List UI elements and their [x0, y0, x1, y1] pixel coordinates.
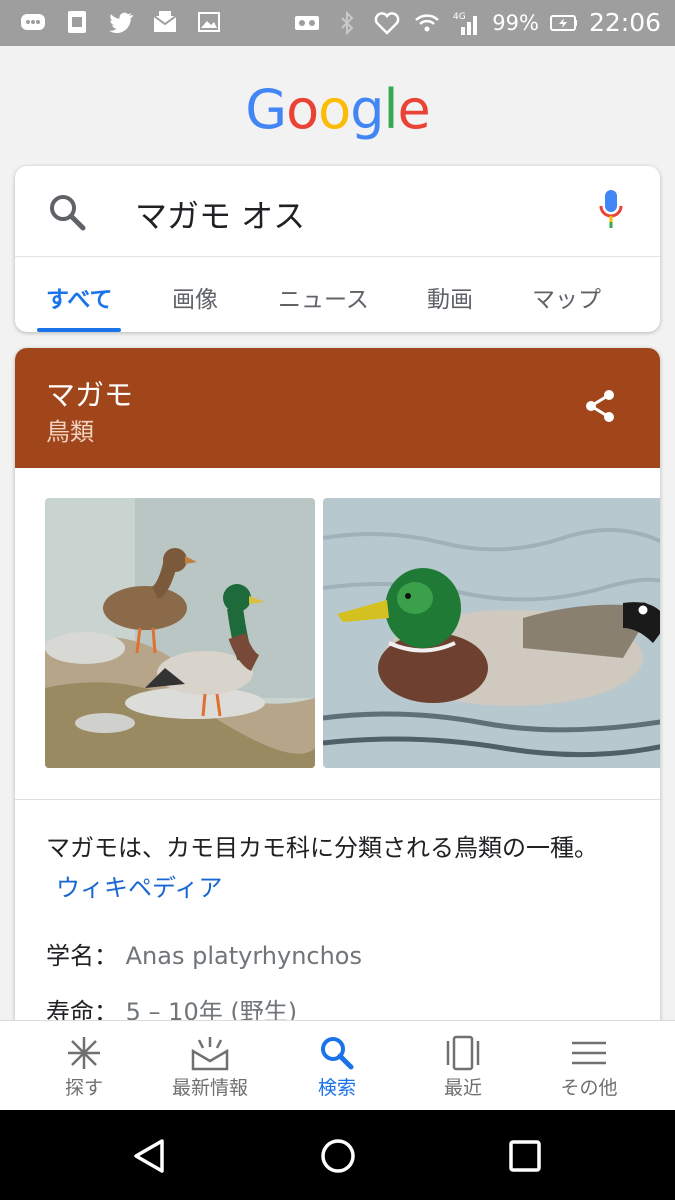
tab-maps[interactable]: マップ — [532, 280, 601, 314]
tab-all[interactable]: すべて — [46, 280, 112, 314]
logo-letter: o — [318, 77, 351, 141]
signal-icon: 4G — [452, 9, 482, 37]
description-text: マガモは、カモ目カモ科に分類される鳥類の一種。 — [46, 834, 598, 862]
overview-icon[interactable] — [505, 1136, 545, 1176]
nav-label: 最新情報 — [171, 1077, 248, 1099]
logo-letter: l — [383, 77, 398, 141]
nav-updates[interactable]: 最新情報 — [150, 1021, 270, 1111]
nav-label: 探す — [64, 1077, 103, 1099]
battery-percent: 99% — [492, 10, 539, 35]
recent-icon — [446, 1035, 480, 1071]
bottom-navigation: 探す 最新情報 検索 最近 その他 — [0, 1020, 675, 1111]
back-icon[interactable] — [130, 1136, 170, 1176]
voicemail-icon — [292, 9, 322, 37]
duck-photo-male[interactable] — [323, 498, 660, 768]
battery-icon — [549, 9, 579, 37]
nav-recent[interactable]: 最近 — [403, 1021, 523, 1111]
mail-icon — [150, 8, 180, 36]
active-tab-indicator — [37, 328, 121, 332]
search-card: マガモ オス すべて 画像 ニュース 動画 マップ — [15, 166, 660, 332]
clock: 22:06 — [588, 8, 661, 37]
search-icon — [321, 1037, 354, 1070]
wikipedia-link[interactable]: ウィキペディア — [56, 874, 222, 902]
svg-text:4G: 4G — [453, 12, 466, 22]
image-icon — [194, 8, 224, 36]
google-logo: Google — [0, 76, 675, 142]
tab-news[interactable]: ニュース — [278, 280, 369, 314]
bluetooth-icon — [332, 9, 362, 37]
nav-explore[interactable]: 探す — [24, 1021, 144, 1111]
home-icon[interactable] — [318, 1136, 358, 1176]
nav-label: 検索 — [317, 1077, 356, 1099]
sim-icon — [62, 8, 92, 36]
search-tabs: すべて 画像 ニュース 動画 マップ — [15, 258, 660, 332]
entity-title: マガモ — [46, 378, 134, 412]
entity-description: マガモは、カモ目カモ科に分類される鳥類の一種。ウィキペディア — [46, 828, 626, 908]
tab-videos[interactable]: 動画 — [427, 280, 473, 314]
search-query[interactable]: マガモ オス — [135, 191, 305, 237]
logo-letter: G — [245, 77, 287, 141]
menu-icon — [572, 1041, 606, 1065]
tab-images[interactable]: 画像 — [172, 280, 218, 314]
search-icon[interactable] — [47, 192, 87, 232]
fact-label: 学名： — [46, 942, 118, 970]
logo-letter: o — [286, 77, 319, 141]
mic-icon[interactable] — [598, 188, 624, 236]
search-bar[interactable]: マガモ オス — [15, 166, 660, 257]
logo-letter: e — [397, 77, 431, 141]
chat-icon — [18, 8, 48, 36]
updates-icon — [191, 1037, 229, 1071]
knowledge-panel: マガモ 鳥類 マガモは、カモ目カモ科に分類される鳥類の一種。ウィキペディア 学名… — [15, 348, 660, 1028]
system-navigation-bar — [0, 1110, 675, 1200]
fact-scientific-name: 学名： Anas platyrhynchos — [46, 936, 362, 971]
fact-value: Anas platyrhynchos — [125, 942, 362, 970]
wifi-icon — [412, 9, 442, 37]
knowledge-panel-header: マガモ 鳥類 — [15, 348, 660, 468]
twitter-icon — [106, 8, 136, 36]
duck-photo-pair[interactable] — [45, 498, 315, 768]
explore-icon — [68, 1037, 100, 1069]
nav-more[interactable]: その他 — [529, 1021, 649, 1111]
share-icon[interactable] — [582, 388, 618, 424]
nav-search[interactable]: 検索 — [277, 1021, 397, 1111]
divider — [15, 799, 660, 800]
heart-icon — [372, 9, 402, 37]
nav-label: その他 — [560, 1077, 618, 1099]
status-bar: 4G 99% 22:06 — [0, 0, 675, 46]
entity-subtitle: 鳥類 — [46, 418, 94, 446]
nav-label: 最近 — [443, 1077, 482, 1099]
logo-letter: g — [350, 77, 384, 141]
